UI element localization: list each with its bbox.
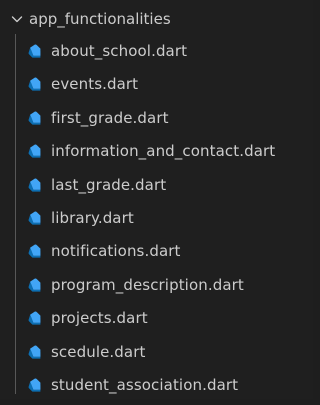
file-item[interactable]: last_grade.dart — [0, 172, 313, 198]
file-item[interactable]: program_description.dart — [0, 272, 313, 298]
dart-file-icon — [27, 76, 43, 92]
dart-file-icon — [27, 177, 43, 193]
file-name: events.dart — [51, 75, 139, 94]
file-name: library.dart — [51, 208, 134, 227]
file-name: about_school.dart — [51, 42, 188, 60]
dart-file-icon — [27, 344, 43, 360]
folder-row-app-functionalities[interactable]: app_functionalities — [0, 6, 313, 32]
dart-file-icon — [27, 243, 43, 259]
file-name: projects.dart — [51, 309, 148, 328]
file-name: program_description.dart — [51, 275, 244, 294]
folder-name: app_functionalities — [29, 10, 171, 28]
file-item[interactable]: first_grade.dart — [0, 105, 313, 131]
file-item[interactable]: student_association.dart — [0, 372, 313, 398]
dart-file-icon — [27, 110, 43, 126]
file-list: about_school.dart events.dart first_grad… — [0, 38, 313, 405]
file-name: first_grade.dart — [51, 108, 169, 127]
file-item[interactable]: notifications.dart — [0, 238, 313, 264]
file-item[interactable]: projects.dart — [0, 305, 313, 331]
dart-file-icon — [27, 310, 43, 326]
dart-file-icon — [27, 377, 43, 393]
dart-file-icon — [27, 277, 43, 293]
file-name: information_and_contact.dart — [51, 142, 276, 161]
dart-file-icon — [27, 143, 43, 159]
file-item[interactable]: information_and_contact.dart — [0, 138, 313, 164]
file-item[interactable]: scedule.dart — [0, 339, 313, 365]
chevron-down-icon[interactable] — [10, 12, 24, 26]
file-item[interactable]: library.dart — [0, 205, 313, 231]
file-item[interactable]: about_school.dart — [0, 38, 313, 64]
file-name: last_grade.dart — [51, 175, 167, 194]
file-explorer: app_functionalities about_school.dart ev… — [0, 0, 313, 399]
file-item[interactable]: events.dart — [0, 71, 313, 97]
file-name: student_association.dart — [51, 375, 239, 394]
file-name: scedule.dart — [51, 342, 146, 361]
dart-file-icon — [27, 210, 43, 226]
file-name: notifications.dart — [51, 242, 181, 261]
dart-file-icon — [27, 43, 43, 59]
